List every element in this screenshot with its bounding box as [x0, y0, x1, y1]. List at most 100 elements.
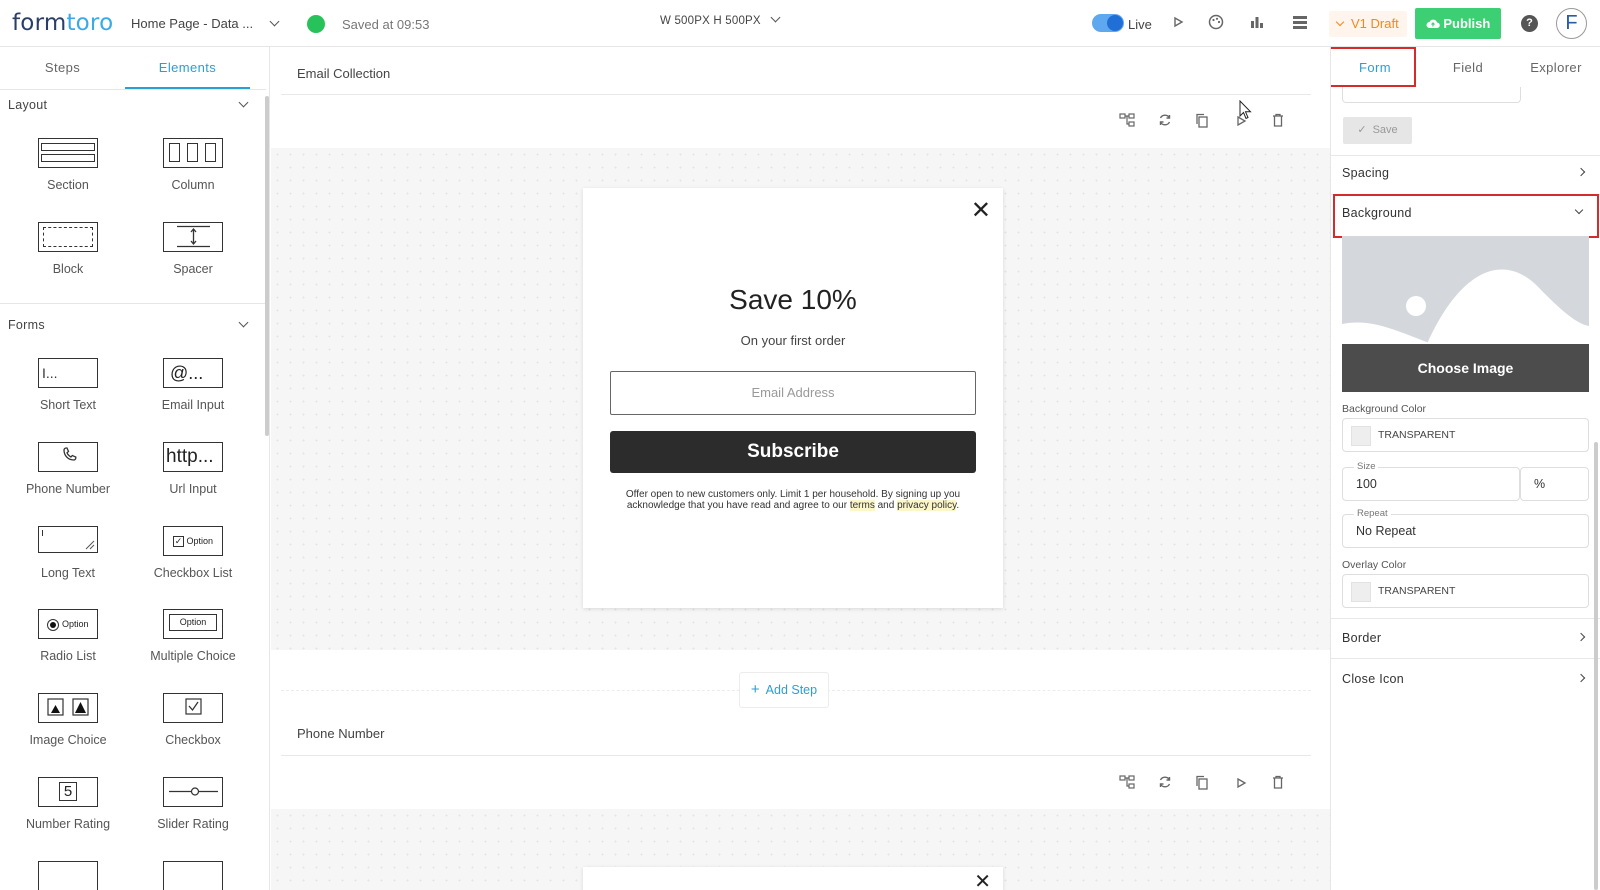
play-icon[interactable] [1232, 775, 1250, 793]
element-multiple-choice[interactable]: Option Multiple Choice [133, 609, 253, 663]
trash-icon[interactable] [1269, 113, 1287, 131]
border-section[interactable]: Border [1342, 631, 1590, 645]
plus-icon: + [750, 681, 760, 698]
element-number-rating[interactable]: 5 Number Rating [8, 777, 128, 831]
tab-field[interactable]: Field [1425, 47, 1511, 89]
layout-section-header[interactable]: Layout [8, 98, 47, 112]
branch-icon[interactable] [1118, 775, 1136, 793]
value-input-partial[interactable] [1342, 87, 1521, 103]
overlay-color-input[interactable]: TRANSPARENT [1342, 574, 1589, 608]
save-label: Save [1372, 124, 1398, 136]
popup-fine-print[interactable]: Offer open to new customers only. Limit … [611, 489, 975, 511]
add-step-button[interactable]: + Add Step [739, 672, 829, 708]
close-icon-label: Close Icon [1342, 672, 1405, 686]
refresh-icon[interactable] [1156, 113, 1174, 131]
terms-link[interactable]: terms [849, 500, 875, 511]
element-short-text[interactable]: I... Short Text [8, 358, 128, 412]
element-image-choice[interactable]: Image Choice [8, 693, 128, 747]
element-phone-number[interactable]: Phone Number [8, 442, 128, 496]
element-checkbox-list[interactable]: ✓ Option Checkbox List [133, 526, 253, 580]
left-scrollbar[interactable] [265, 96, 269, 436]
mouse-cursor-icon [1239, 100, 1252, 120]
popup-title[interactable]: Save 10% [583, 284, 1003, 316]
dimensions-label: W 500PX H 500PX [660, 15, 761, 27]
radio-list-icon: Option [38, 609, 98, 639]
page-selector[interactable]: Home Page - Data ... [131, 16, 280, 31]
block-icon [38, 222, 98, 252]
refresh-icon[interactable] [1156, 775, 1174, 793]
size-unit-select[interactable]: % [1520, 467, 1589, 501]
element-checkbox[interactable]: Checkbox [133, 693, 253, 747]
color-swatch[interactable] [1351, 426, 1371, 446]
palette-icon[interactable] [1206, 14, 1226, 34]
choose-image-button[interactable]: Choose Image [1342, 344, 1589, 392]
element-date-partial[interactable] [8, 861, 128, 890]
duplicate-icon[interactable] [1193, 113, 1211, 131]
element-label: Number Rating [25, 817, 111, 831]
chevron-down-icon[interactable] [238, 97, 249, 108]
version-draft-button[interactable]: V1 Draft [1329, 11, 1407, 37]
close-icon[interactable]: ✕ [971, 196, 991, 225]
popup-form-preview[interactable]: ✕ Save 10% On your first order Email Add… [583, 188, 1003, 608]
size-input[interactable]: Size 100 [1342, 461, 1520, 501]
popup-email-input[interactable]: Email Address [610, 371, 976, 415]
step-name-phone-number[interactable]: Phone Number [297, 726, 384, 741]
phone-icon [38, 442, 98, 472]
saved-status: Saved at 09:53 [342, 17, 430, 32]
trash-icon[interactable] [1269, 775, 1287, 793]
dimensions-selector[interactable]: W 500PX H 500PX [660, 12, 781, 27]
period-text: . [956, 500, 960, 511]
branch-icon[interactable] [1118, 113, 1136, 131]
close-icon[interactable]: ✕ [974, 869, 991, 890]
element-section[interactable]: Section [8, 138, 128, 192]
element-column[interactable]: Column [133, 138, 253, 192]
privacy-link[interactable]: privacy policy [897, 500, 957, 511]
right-scrollbar[interactable] [1594, 442, 1598, 890]
formtoro-logo[interactable]: formtoro [12, 10, 113, 36]
element-url-input[interactable]: http... Url Input [133, 442, 253, 496]
popup-subscribe-button[interactable]: Subscribe [610, 431, 976, 473]
element-partial[interactable] [133, 861, 253, 890]
save-button[interactable]: ✓ Save [1343, 117, 1412, 144]
chevron-down-icon[interactable] [238, 317, 249, 328]
chevron-down-icon [269, 16, 280, 27]
element-email-input[interactable]: @... Email Input [133, 358, 253, 412]
element-long-text[interactable]: Long Text [8, 526, 128, 580]
element-block[interactable]: Block [8, 222, 128, 276]
publish-button[interactable]: Publish [1415, 8, 1501, 39]
forms-section-header[interactable]: Forms [8, 318, 45, 332]
long-text-icon [38, 526, 98, 553]
list-icon[interactable] [1290, 14, 1310, 34]
size-label: Size [1354, 461, 1379, 472]
spacing-section[interactable]: Spacing [1342, 166, 1590, 180]
highlight-background-section [1333, 194, 1599, 238]
elements-panel: Steps Elements Layout Section Column Blo… [0, 47, 270, 890]
close-icon-section[interactable]: Close Icon [1342, 672, 1590, 686]
preview-play-icon[interactable] [1168, 14, 1188, 34]
tab-explorer[interactable]: Explorer [1511, 47, 1600, 89]
element-slider-rating[interactable]: Slider Rating [133, 777, 253, 831]
help-icon[interactable]: ? [1521, 15, 1538, 32]
step-name-email-collection[interactable]: Email Collection [297, 66, 390, 81]
element-spacer[interactable]: Spacer [133, 222, 253, 276]
rating-number: 5 [59, 782, 77, 801]
tab-elements[interactable]: Elements [125, 47, 250, 89]
popup-form-preview-2[interactable]: ✕ [583, 867, 1003, 890]
element-label: Column [171, 178, 215, 192]
popup-subtitle[interactable]: On your first order [583, 333, 1003, 348]
element-radio-list[interactable]: Option Radio List [8, 609, 128, 663]
color-swatch[interactable] [1351, 582, 1371, 602]
user-avatar[interactable]: F [1556, 8, 1587, 39]
repeat-select[interactable]: Repeat No Repeat [1342, 508, 1589, 548]
analytics-icon[interactable] [1247, 14, 1267, 34]
tab-steps[interactable]: Steps [0, 47, 125, 89]
fine-print-line: Offer open to new customers only. Limit … [625, 489, 961, 500]
element-label: Checkbox [165, 733, 221, 747]
add-step-label: Add Step [765, 683, 818, 697]
duplicate-icon[interactable] [1193, 775, 1211, 793]
properties-panel: Form Field Explorer ✓ Save Spacing Backgr… [1330, 47, 1600, 890]
live-toggle[interactable] [1092, 14, 1124, 32]
and-text: and [877, 500, 895, 511]
background-color-input[interactable]: TRANSPARENT [1342, 418, 1589, 452]
background-image-preview[interactable]: Choose Image [1342, 236, 1589, 392]
